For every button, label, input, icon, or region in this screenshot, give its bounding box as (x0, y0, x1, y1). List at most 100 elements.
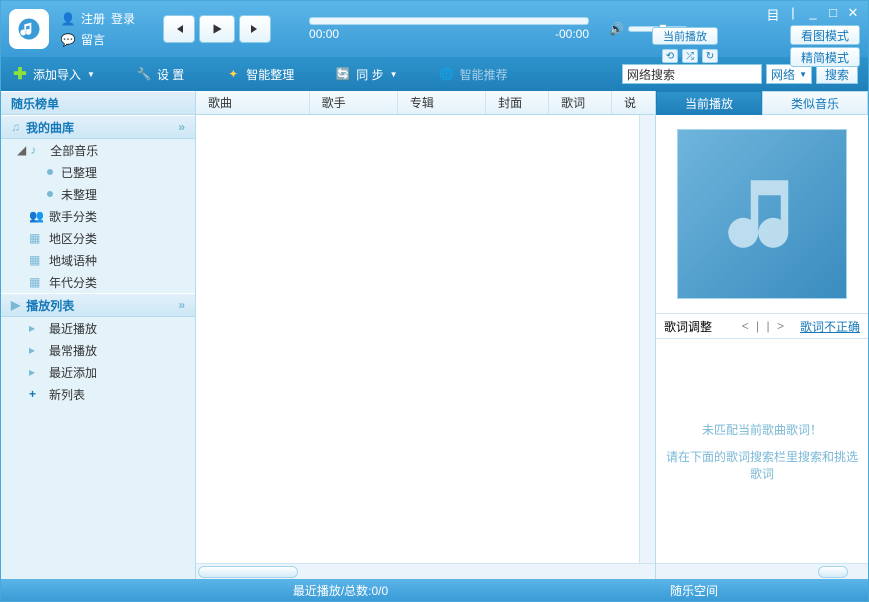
tab-similar[interactable]: 类似音乐 (762, 91, 868, 115)
progress-area: 00:00 -00:00 (309, 17, 589, 41)
sidebar-item-lang[interactable]: ▦地域语种 (1, 249, 195, 271)
shuffle-icon[interactable]: ⤮ (682, 49, 698, 63)
sync-button[interactable]: 🔄同 步▼ (334, 65, 397, 83)
menu-icon[interactable]: 目 (766, 5, 780, 24)
sidebar-cat-library[interactable]: ♫我的曲库» (1, 115, 195, 139)
settings-button[interactable]: 🔧设 置 (135, 65, 184, 83)
album-art (677, 129, 847, 299)
search-button[interactable]: 搜索 (816, 64, 858, 84)
right-panel: 当前播放 类似音乐 歌词调整 < | | > 歌词不正确 未匹配当前歌曲歌词！ … (656, 91, 868, 579)
play-icon: ▶ (11, 298, 20, 312)
tab-now-playing[interactable]: 当前播放 (656, 91, 762, 115)
login-link[interactable]: 登录 (111, 10, 135, 27)
add-import-button[interactable]: ✚添加导入▼ (11, 65, 95, 83)
sidebar-item-all[interactable]: ◢♪全部音乐 (1, 139, 195, 161)
play-small-icon: ▸ (29, 321, 43, 335)
wrench-icon: 🔧 (135, 65, 153, 83)
col-song[interactable]: 歌曲 (196, 91, 310, 114)
play-button[interactable] (199, 15, 235, 43)
sidebar-item-recent[interactable]: ▸最近播放 (1, 317, 195, 339)
progress-bar[interactable] (309, 17, 589, 25)
sidebar-cat-charts[interactable]: 随乐榜单 (1, 91, 195, 115)
user-icon: 👤 (61, 12, 75, 26)
vertical-scrollbar[interactable] (639, 115, 655, 563)
sidebar-item-new[interactable]: +新列表 (1, 383, 195, 405)
col-cover[interactable]: 封面 (486, 91, 549, 114)
sidebar: 随乐榜单 ♫我的曲库» ◢♪全部音乐 已整理 未整理 👥歌手分类 ▦地区分类 ▦… (1, 91, 196, 579)
smart-rec-button[interactable]: 🌐智能推荐 (438, 65, 508, 83)
simple-mode-button[interactable]: 精简模式 (790, 47, 860, 67)
next-button[interactable] (239, 15, 271, 43)
status-bar: 最近播放/总数:0/0 随乐空间 (1, 579, 868, 601)
message-link[interactable]: 留言 (81, 31, 105, 48)
smart-sort-button[interactable]: ✦智能整理 (224, 65, 294, 83)
chevron-right-icon: » (178, 298, 185, 312)
volume-icon[interactable]: 🔊 (609, 22, 624, 36)
col-artist[interactable]: 歌手 (310, 91, 398, 114)
app-window: 目 | _ □ ✕ 👤 注册 登录 💬 留言 (0, 0, 869, 602)
playback-controls (163, 15, 271, 43)
right-tabs: 当前播放 类似音乐 (656, 91, 868, 115)
people-icon: 👥 (29, 209, 43, 223)
song-list (196, 115, 655, 563)
music-icon: ♫ (11, 120, 20, 134)
wand-icon: ✦ (224, 65, 242, 83)
globe-icon: 🌐 (438, 65, 456, 83)
app-logo (9, 9, 49, 49)
now-playing-button[interactable]: 当前播放 (652, 27, 718, 45)
chat-icon: 💬 (61, 33, 75, 47)
lyric-adjust-label: 歌词调整 (664, 318, 712, 335)
collapse-icon[interactable]: ◢ (17, 143, 26, 157)
sidebar-sub-sorted[interactable]: 已整理 (1, 161, 195, 183)
col-lyric[interactable]: 歌词 (549, 91, 612, 114)
horizontal-scrollbar[interactable] (196, 563, 655, 579)
col-album[interactable]: 专辑 (398, 91, 486, 114)
repeat-icon[interactable]: ⟲ (662, 49, 678, 63)
grid-icon: ▦ (29, 275, 43, 289)
sync-icon: 🔄 (334, 65, 352, 83)
sidebar-item-artist[interactable]: 👥歌手分类 (1, 205, 195, 227)
time-remaining: -00:00 (555, 27, 589, 41)
content-area: 歌曲 歌手 专辑 封面 歌词 说 (196, 91, 656, 579)
close-icon[interactable]: ✕ (846, 5, 860, 24)
music-note-icon (15, 15, 43, 43)
maximize-icon[interactable]: □ (826, 5, 840, 24)
grid-icon: ▦ (29, 231, 43, 245)
column-headers: 歌曲 歌手 专辑 封面 歌词 说 (196, 91, 655, 115)
main-area: 随乐榜单 ♫我的曲库» ◢♪全部音乐 已整理 未整理 👥歌手分类 ▦地区分类 ▦… (1, 91, 868, 579)
prev-button[interactable] (163, 15, 195, 43)
time-elapsed: 00:00 (309, 27, 339, 41)
search-scope-select[interactable]: 网络▼ (766, 64, 812, 84)
register-link[interactable]: 注册 (81, 10, 105, 27)
status-count: 最近播放/总数:0/0 (293, 582, 388, 599)
sidebar-sub-unsorted[interactable]: 未整理 (1, 183, 195, 205)
lyric-adjust-controls[interactable]: < | | > (742, 319, 786, 333)
sidebar-item-recent-add[interactable]: ▸最近添加 (1, 361, 195, 383)
plus-small-icon: + (29, 387, 43, 401)
music-notes-icon (717, 169, 807, 259)
search-input[interactable] (622, 64, 762, 84)
sidebar-item-frequent[interactable]: ▸最常播放 (1, 339, 195, 361)
lyric-body: 未匹配当前歌曲歌词！ 请在下面的歌词搜索栏里搜索和挑选歌词 (656, 339, 868, 563)
lyric-nomatch: 未匹配当前歌曲歌词！ (702, 421, 822, 438)
note-icon: ♪ (30, 143, 44, 157)
grid-icon: ▦ (29, 253, 43, 267)
plus-icon: ✚ (11, 65, 29, 83)
play-small-icon: ▸ (29, 365, 43, 379)
lyric-hint: 请在下面的歌词搜索栏里搜索和挑选歌词 (664, 448, 860, 482)
chevron-right-icon: » (178, 120, 185, 134)
loop-icon[interactable]: ↻ (702, 49, 718, 63)
sidebar-item-era[interactable]: ▦年代分类 (1, 271, 195, 293)
title-bar: 目 | _ □ ✕ 👤 注册 登录 💬 留言 (1, 1, 868, 57)
status-zone[interactable]: 随乐空间 (670, 582, 718, 599)
right-scrollbar[interactable] (656, 563, 868, 579)
user-area: 👤 注册 登录 💬 留言 (61, 10, 135, 48)
view-mode-button[interactable]: 看图模式 (790, 25, 860, 45)
play-small-icon: ▸ (29, 343, 43, 357)
minimize-icon[interactable]: _ (806, 5, 820, 24)
separator-icon: | (786, 5, 800, 24)
sidebar-item-region[interactable]: ▦地区分类 (1, 227, 195, 249)
col-more[interactable]: 说 (612, 91, 655, 114)
lyric-wrong-link[interactable]: 歌词不正确 (800, 318, 860, 335)
sidebar-cat-playlists[interactable]: ▶播放列表» (1, 293, 195, 317)
